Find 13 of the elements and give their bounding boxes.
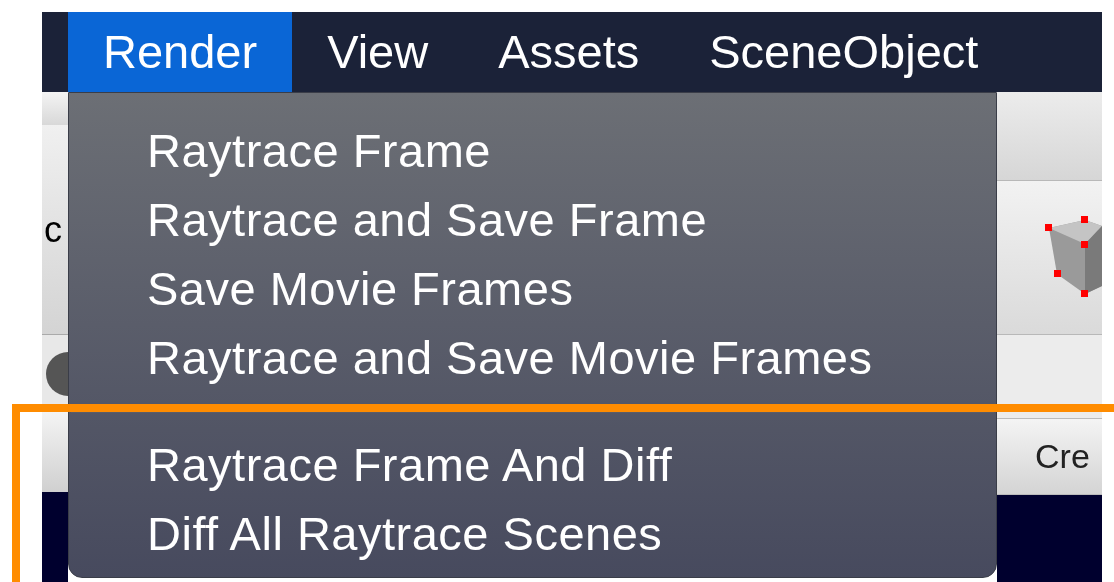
menu-bar-item[interactable]: View (292, 12, 464, 92)
menu-item[interactable]: Raytrace and Save Frame (69, 186, 996, 255)
menu-bar-item[interactable]: SceneObject (674, 12, 1014, 92)
menu-item[interactable]: Raytrace Frame And Diff (69, 431, 996, 500)
toolbar-label: c (44, 211, 62, 248)
create-button[interactable]: Cre (997, 418, 1102, 495)
menu-item[interactable]: Raytrace and Save Movie Frames (69, 324, 996, 393)
cube-icon[interactable] (1045, 215, 1102, 300)
menu-item[interactable]: Diff All Raytrace Scenes (69, 500, 996, 569)
menu-bar-item[interactable]: Render (68, 12, 293, 92)
menu-item[interactable]: Save Movie Frames (69, 255, 996, 324)
menu-bar-item[interactable]: Assets (463, 12, 675, 92)
menu-item[interactable]: Raytrace Frame (69, 117, 996, 186)
